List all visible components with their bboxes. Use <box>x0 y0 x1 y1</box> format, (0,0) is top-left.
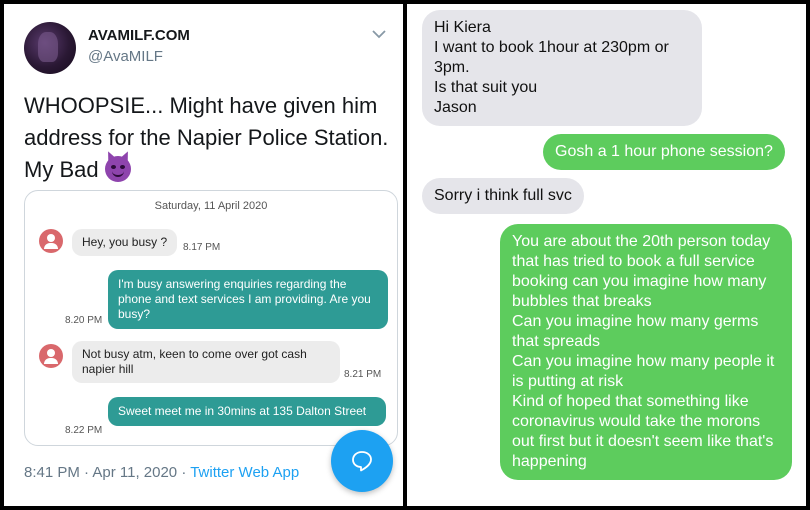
sms-date: Saturday, 11 April 2020 <box>154 200 268 212</box>
sms-message-outgoing: Sweet meet me in 30mins at 135 Dalton St… <box>108 397 386 426</box>
chat-bubble-icon <box>352 451 372 472</box>
sms-time: 8.22 PM <box>65 425 103 436</box>
tweet-meta: 8:41 PM · Apr 11, 2020 · Twitter Web App <box>24 464 299 481</box>
message-incoming: Hi Kiera I want to book 1hour at 230pm o… <box>422 10 702 126</box>
compose-reply-button[interactable] <box>331 430 393 492</box>
sms-screenshot-card[interactable]: Saturday, 11 April 2020 Hey, you busy ? … <box>24 190 398 446</box>
sms-message-incoming: Not busy atm, keen to come over got cash… <box>72 341 340 383</box>
source-app-link[interactable]: Twitter Web App <box>190 464 299 481</box>
sms-message-outgoing: I'm busy answering enquiries regarding t… <box>108 270 388 329</box>
tweet-body: WHOOPSIE... Might have given him address… <box>24 93 389 182</box>
sms-time: 8.20 PM <box>65 315 103 326</box>
sms-time: 8.17 PM <box>183 242 221 253</box>
tweet-text: WHOOPSIE... Might have given him address… <box>24 90 396 186</box>
display-name[interactable]: AVAMILF.COM <box>88 27 190 44</box>
user-handle[interactable]: @AvaMILF <box>88 48 163 65</box>
tweet-timestamp[interactable]: 8:41 PM · Apr 11, 2020 · <box>24 464 190 481</box>
tweet-panel: AVAMILF.COM @AvaMILF WHOOPSIE... Might h… <box>4 4 403 506</box>
sms-message-incoming: Hey, you busy ? <box>72 229 178 256</box>
text-thread-panel: Hi Kiera I want to book 1hour at 230pm o… <box>407 4 806 506</box>
message-incoming: Sorry i think full svc <box>422 178 584 214</box>
message-outgoing: Gosh a 1 hour phone session? <box>543 134 785 170</box>
contact-avatar-icon <box>39 229 63 253</box>
message-outgoing: You are about the 20th person today that… <box>500 224 792 480</box>
contact-avatar-icon <box>39 344 63 368</box>
chevron-down-icon[interactable] <box>371 28 387 40</box>
devil-emoji-icon <box>104 156 131 182</box>
profile-avatar[interactable] <box>24 22 76 74</box>
sms-time: 8.21 PM <box>344 369 382 380</box>
